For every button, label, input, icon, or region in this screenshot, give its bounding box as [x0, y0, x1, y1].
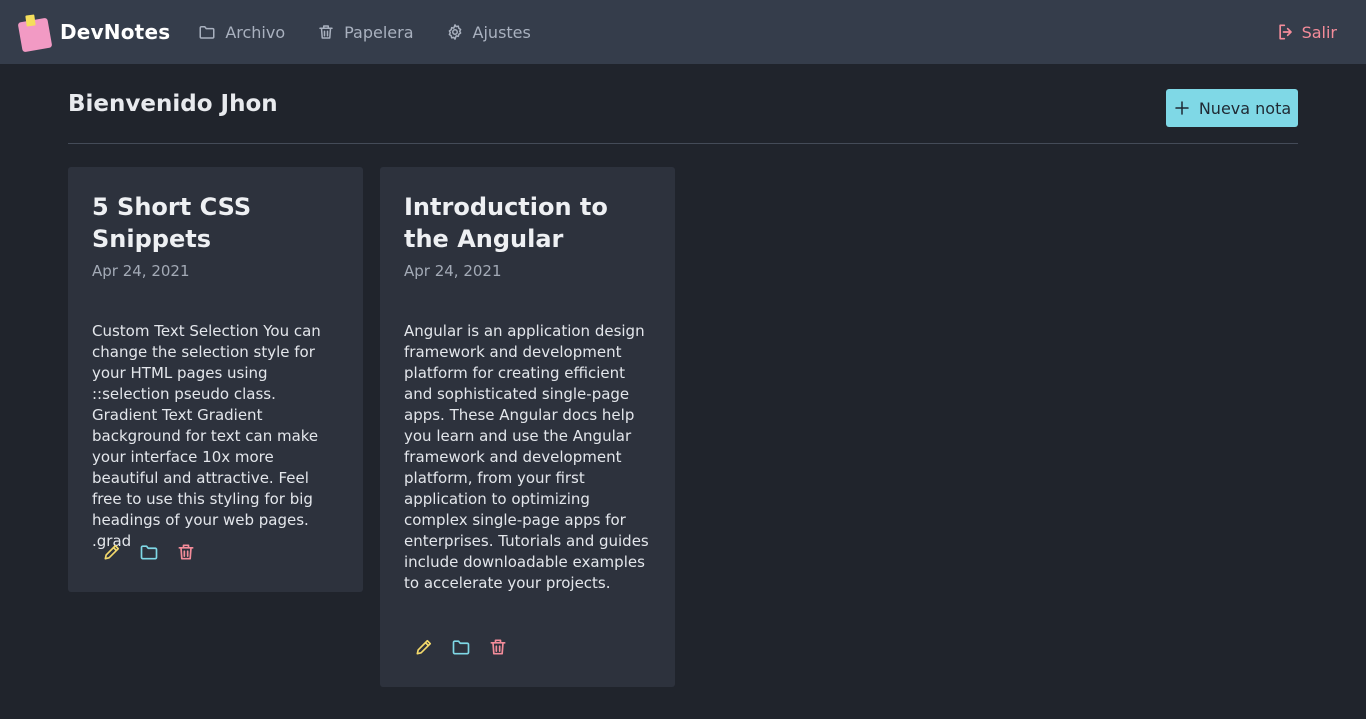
folder-icon — [452, 640, 470, 655]
top-navbar: DevNotes Archivo Papelera Ajustes Salir — [0, 0, 1366, 64]
trash-icon — [490, 639, 506, 655]
note-title: Introduction to the Angular — [404, 193, 608, 253]
note-title: 5 Short CSS Snippets — [92, 193, 252, 253]
note-date: Apr 24, 2021 — [92, 262, 190, 280]
nav-item-papelera[interactable]: Papelera — [317, 22, 414, 42]
pencil-icon — [416, 639, 432, 655]
pencil-icon — [104, 544, 120, 560]
logout-label: Salir — [1301, 22, 1337, 42]
gear-icon — [448, 24, 461, 40]
archive-note-button[interactable] — [451, 637, 471, 657]
nav-item-label: Archivo — [225, 22, 286, 42]
divider — [68, 143, 1298, 144]
note-actions — [92, 542, 196, 562]
archive-note-button[interactable] — [139, 542, 159, 562]
logout-icon — [1278, 24, 1292, 40]
nav-item-label: Ajustes — [472, 22, 531, 42]
sticky-note-logo — [17, 14, 54, 53]
nav-links: Archivo Papelera Ajustes — [198, 23, 563, 42]
note-card: 5 Short CSS Snippets Apr 24, 2021 Custom… — [68, 167, 363, 592]
folder-icon — [199, 26, 215, 39]
delete-note-button[interactable] — [488, 637, 508, 657]
app-name: DevNotes — [60, 20, 171, 44]
nav-item-archivo[interactable]: Archivo — [198, 23, 285, 42]
brand[interactable]: DevNotes — [17, 14, 171, 53]
trash-icon — [319, 25, 333, 39]
logout-button[interactable]: Salir — [1276, 22, 1337, 42]
nav-item-ajustes[interactable]: Ajustes — [446, 23, 531, 42]
note-body: Angular is an application design framewo… — [404, 322, 649, 592]
plus-icon — [1175, 101, 1189, 115]
new-note-button[interactable]: Nueva nota — [1166, 89, 1298, 127]
edit-note-button[interactable] — [414, 637, 434, 657]
note-body: Custom Text Selection You can change the… — [92, 322, 321, 550]
note-card: Introduction to the Angular Apr 24, 2021… — [380, 167, 675, 687]
note-actions — [404, 637, 508, 657]
new-note-label: Nueva nota — [1198, 98, 1292, 118]
note-date: Apr 24, 2021 — [404, 262, 502, 280]
nav-item-label: Papelera — [344, 22, 414, 42]
folder-icon — [140, 545, 158, 560]
edit-note-button[interactable] — [102, 542, 122, 562]
delete-note-button[interactable] — [176, 542, 196, 562]
page-title: Bienvenido Jhon — [68, 91, 278, 117]
trash-icon — [178, 544, 194, 560]
